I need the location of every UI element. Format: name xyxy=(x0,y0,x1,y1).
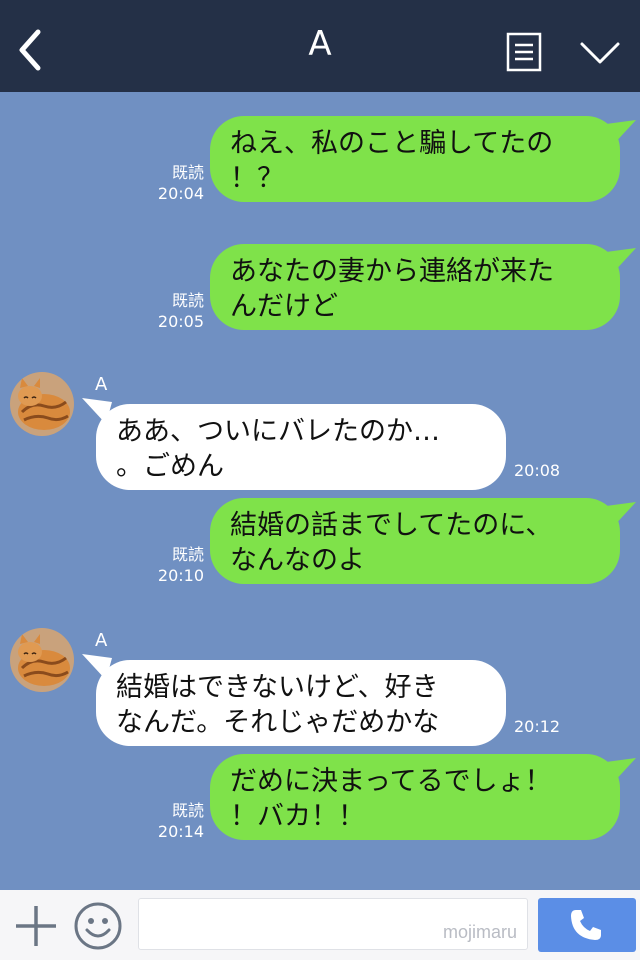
incoming-message[interactable]: 結婚はできないけど、好き なんだ。それじゃだめかな xyxy=(96,660,506,746)
watermark: mojimaru xyxy=(442,922,517,942)
read-label: 既読 xyxy=(171,801,204,820)
message-input[interactable]: mojimaru xyxy=(138,898,528,950)
message-meta: 既読 20:14 xyxy=(152,800,204,842)
sender-name: A xyxy=(95,374,108,395)
read-label: 既読 xyxy=(171,545,204,564)
message-line: 結婚はできないけど、好き xyxy=(116,672,439,703)
message-line: ああ、ついにバレたのか… xyxy=(116,416,440,447)
message-time: 20:10 xyxy=(157,566,204,585)
message-meta: 既読 20:10 xyxy=(152,544,204,586)
message-meta: 既読 20:05 xyxy=(152,290,204,332)
call-button[interactable] xyxy=(538,898,636,952)
outgoing-message[interactable]: だめに決まってるでしょ！ ！バカ！！ xyxy=(210,754,620,840)
read-label: 既読 xyxy=(171,163,204,182)
sender-name: A xyxy=(95,630,108,651)
message-line: だめに決まってるでしょ！ xyxy=(230,766,552,797)
outgoing-message[interactable]: ねえ、私のこと騙してたの ！？ xyxy=(210,116,620,202)
message-line: ねえ、私のこと騙してたの xyxy=(230,128,554,159)
message-time: 20:12 xyxy=(514,717,561,736)
read-label: 既読 xyxy=(171,291,204,310)
smiley-icon[interactable] xyxy=(72,900,124,952)
outgoing-message[interactable]: 結婚の話までしてたのに、 なんなのよ xyxy=(210,498,620,584)
cat-photo-icon xyxy=(10,372,74,436)
message-time: 20:14 xyxy=(157,822,204,841)
input-bar: mojimaru xyxy=(0,890,640,960)
cat-photo-icon xyxy=(10,628,74,692)
incoming-message[interactable]: ああ、ついにバレたのか… 。ごめん xyxy=(96,404,506,490)
plus-icon[interactable] xyxy=(14,904,58,948)
message-meta: 既読 20:04 xyxy=(152,162,204,204)
message-line: 結婚の話までしてたのに、 xyxy=(230,510,553,541)
avatar[interactable] xyxy=(10,372,74,436)
message-line: ！？ xyxy=(230,163,284,194)
message-line: なんだ。それじゃだめかな xyxy=(116,707,440,738)
message-line: あなたの妻から連絡が来た xyxy=(230,256,554,287)
phone-icon xyxy=(571,910,601,940)
chat-area[interactable]: 既読 20:04 ねえ、私のこと騙してたの ！？ 既読 20:05 あなたの妻か… xyxy=(0,92,640,890)
chat-header: A xyxy=(0,0,640,92)
message-line: 。ごめん xyxy=(116,451,224,482)
chevron-down-icon[interactable] xyxy=(578,38,622,68)
message-time: 20:04 xyxy=(157,184,204,203)
notes-icon[interactable] xyxy=(506,32,542,72)
message-time: 20:05 xyxy=(157,312,204,331)
chat-title: A xyxy=(308,24,332,64)
outgoing-message[interactable]: あなたの妻から連絡が来た んだけど xyxy=(210,244,620,330)
message-line: ！バカ！！ xyxy=(230,801,365,832)
message-time: 20:08 xyxy=(514,461,561,480)
message-line: んだけど xyxy=(230,291,338,322)
avatar[interactable] xyxy=(10,628,74,692)
message-line: なんなのよ xyxy=(230,545,365,576)
